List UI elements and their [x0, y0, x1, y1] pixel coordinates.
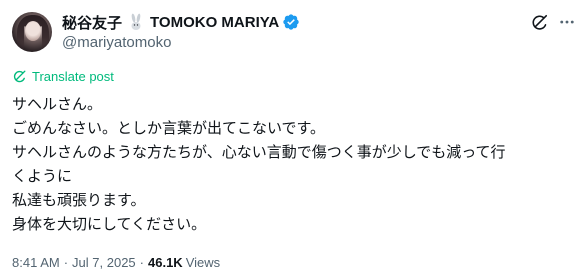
post-line: 私達も頑張ります。 [12, 192, 146, 209]
post-text: サヘルさん。 ごめんなさい。としか言葉が出てこないです。 サヘルさんのような方た… [12, 93, 574, 237]
post-date[interactable]: Jul 7, 2025 [72, 255, 136, 270]
post-time[interactable]: 8:41 AM [12, 255, 60, 270]
views-count: 46.1K [148, 255, 183, 270]
author-handle[interactable]: @mariyatomoko [62, 34, 171, 51]
post-line: サヘルさんのような方たちが、心ない言動で傷つく事が少しでも減って行 [12, 144, 506, 161]
display-name-latin[interactable]: TOMOKO MARIYA [150, 14, 279, 31]
verified-badge-icon[interactable] [282, 13, 300, 31]
avatar[interactable] [12, 12, 52, 52]
grok-icon[interactable] [529, 12, 549, 32]
meta-separator: · [139, 255, 144, 270]
rabbit-icon [127, 13, 145, 31]
views-label: Views [185, 255, 221, 270]
display-name-jp[interactable]: 秘谷友子 [62, 12, 122, 33]
post-line: 身体を大切にしてください。 [12, 216, 207, 233]
meta-separator: · [63, 255, 69, 270]
more-icon[interactable] [557, 12, 577, 32]
post-card: 秘谷友子 TOMOKO MARIYA @mariyatomoko Transla… [0, 0, 585, 280]
post-line: ごめんなさい。としか言葉が出てこないです。 [12, 120, 326, 137]
post-line: サヘルさん。 [12, 96, 103, 113]
translate-post-link[interactable]: Translate post [12, 67, 114, 85]
avatar-face [25, 21, 41, 41]
translate-icon [12, 69, 27, 84]
post-line: くように [12, 168, 73, 185]
translate-label[interactable]: Translate post [32, 69, 114, 84]
author-name-row[interactable]: 秘谷友子 TOMOKO MARIYA [62, 12, 300, 32]
post-meta: 8:41 AM · Jul 7, 2025 · 46.1K Views [12, 255, 220, 270]
